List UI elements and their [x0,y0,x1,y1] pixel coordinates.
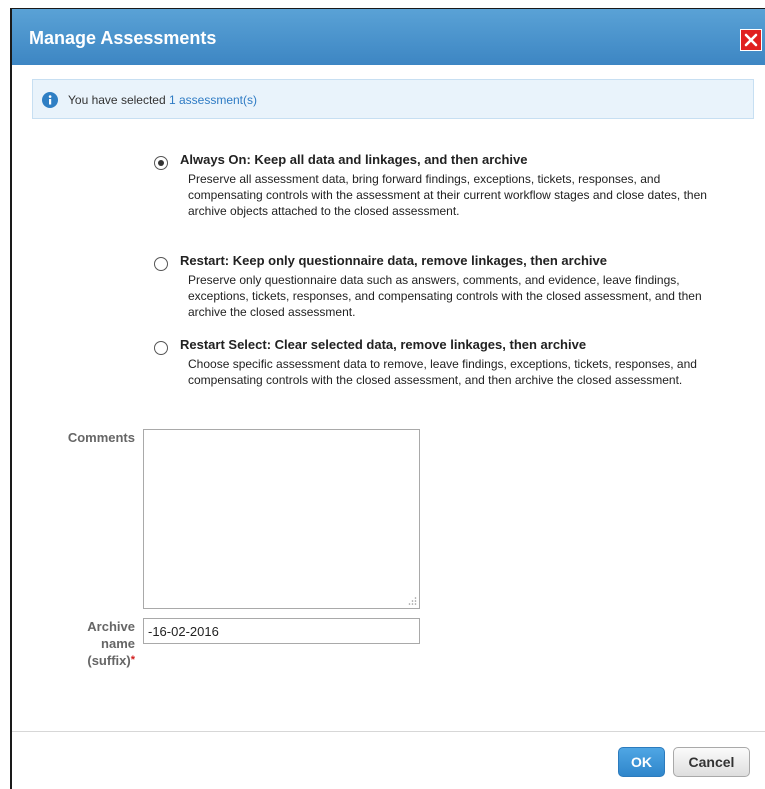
required-marker: * [130,654,135,666]
archive-label-line3: (suffix) [87,653,131,668]
info-text: You have selected [68,93,166,107]
radio-always-on[interactable] [154,156,168,170]
archive-label-line1: Archive [87,619,135,634]
radio-restart-select[interactable] [154,341,168,355]
selection-info-bar: You have selected 1 assessment(s) [32,79,754,119]
option-description: Preserve all assessment data, bring forw… [188,172,707,218]
option-description: Preserve only questionnaire data such as… [188,273,702,319]
dialog-titlebar: Manage Assessments [12,9,765,65]
cancel-button[interactable]: Cancel [673,747,750,777]
info-message: You have selected 1 assessment(s) [68,93,257,107]
option-title: Restart: Keep only questionnaire data, r… [180,253,607,268]
footer-divider [12,731,765,732]
resize-grip-icon[interactable] [407,596,417,606]
selected-assessments-link[interactable]: 1 assessment(s) [169,93,257,107]
radio-restart[interactable] [154,257,168,271]
close-button[interactable] [740,29,762,51]
ok-button[interactable]: OK [618,747,665,777]
option-description: Choose specific assessment data to remov… [188,357,697,387]
option-title: Restart Select: Clear selected data, rem… [180,337,587,352]
manage-assessments-dialog: Manage Assessments You have selected 1 a… [10,8,765,789]
dialog-title: Manage Assessments [29,28,217,48]
option-title: Always On: Keep all data and linkages, a… [180,152,528,167]
comments-label: Comments [67,430,135,445]
archive-label-line2: name [101,636,135,651]
close-icon [744,33,758,47]
comments-textarea[interactable] [143,429,420,609]
archive-name-label: Archive name (suffix)* [87,618,135,669]
archive-name-input[interactable] [143,618,420,644]
info-icon [42,92,58,108]
